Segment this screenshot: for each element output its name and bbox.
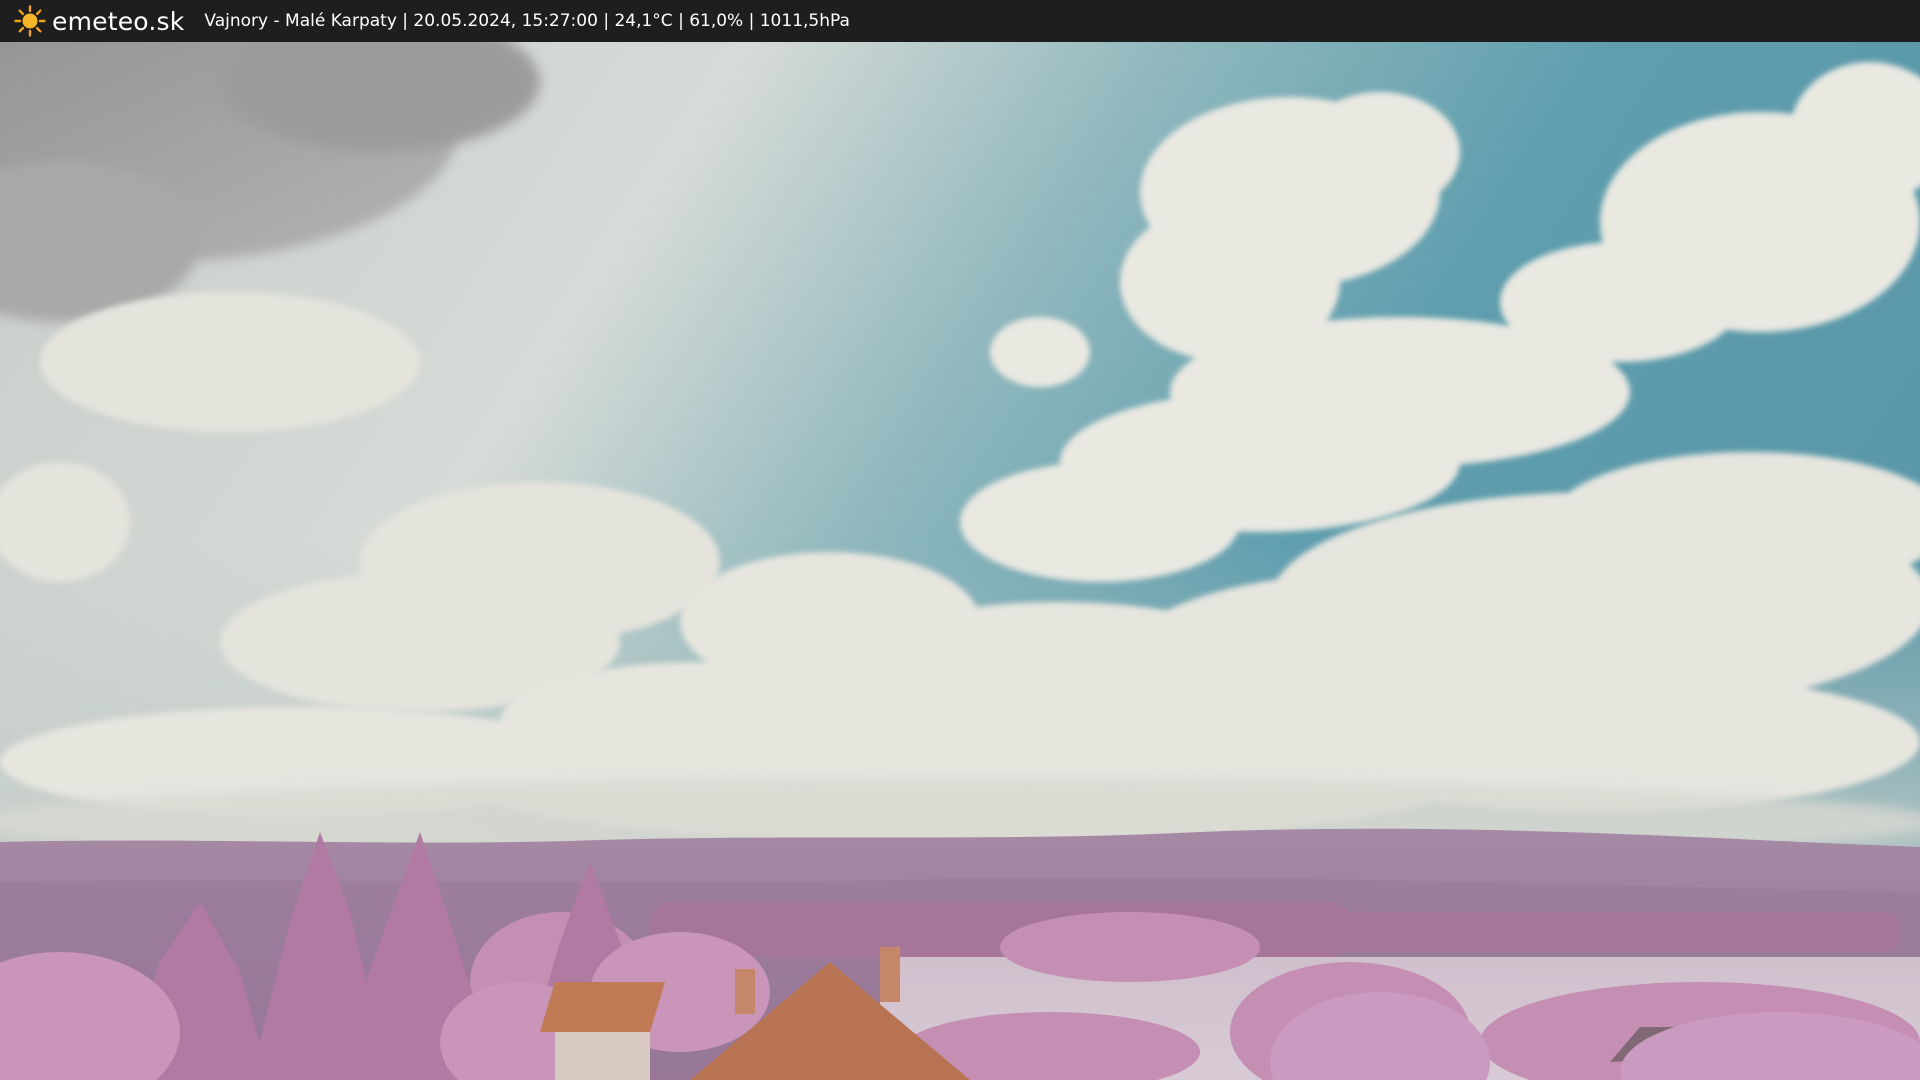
emeteo-logo[interactable]: emeteo.sk [14,0,184,42]
header-bar: emeteo.sk Vajnory - Malé Karpaty | 20.05… [0,0,1920,42]
webcam-image [0,42,1920,1080]
station-info: Vajnory - Malé Karpaty | 20.05.2024, 15:… [204,11,850,31]
brand-name: emeteo.sk [52,6,185,36]
sun-icon [14,5,46,37]
